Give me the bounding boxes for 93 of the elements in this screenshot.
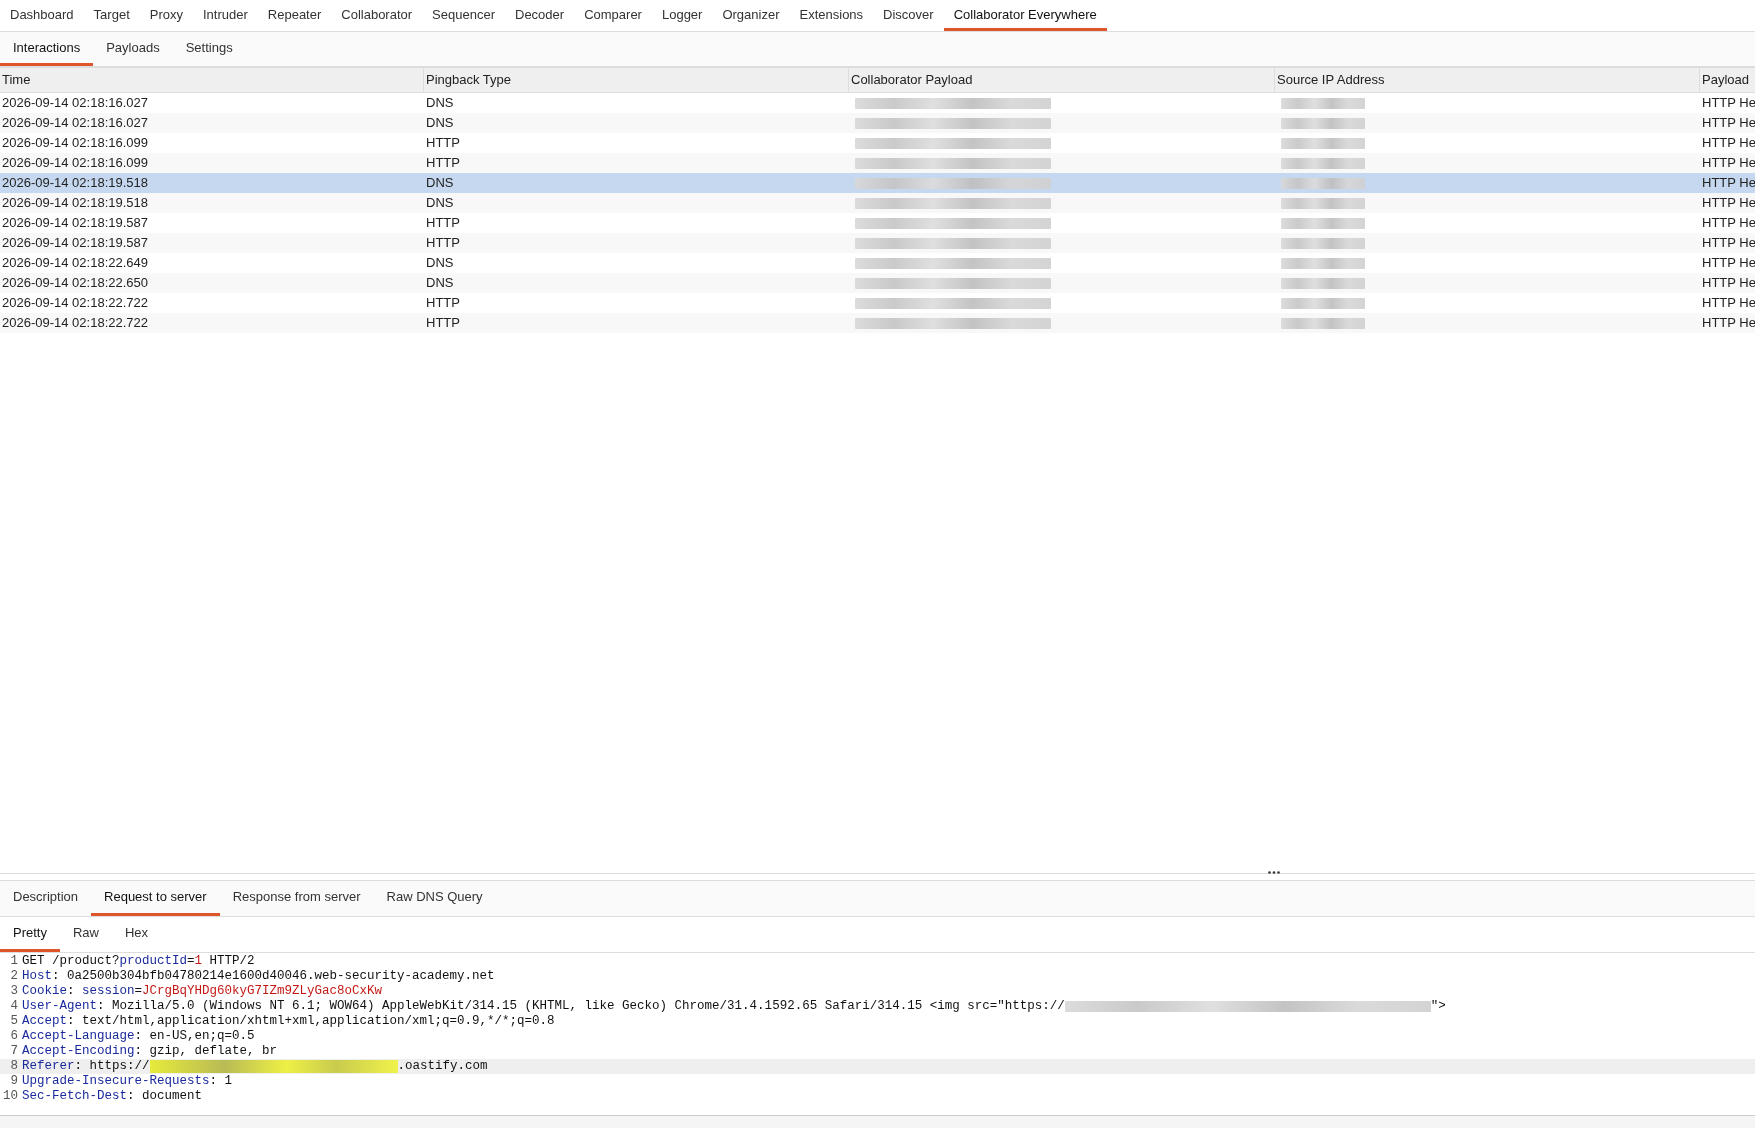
code-text: : Mozilla/5.0 (Windows NT 6.1; WOW64) AppleWebKit/314.15 (KHTML, like Gecko) Chrome/31.4.1592.65 Safari/314.15 <img src="https:// [97, 998, 1065, 1015]
table-row[interactable]: 2026-09-14 02:18:16.027 DNS HTTP He [0, 113, 1755, 133]
table-cell-text: 2026-09-14 02:18:19.587 [2, 214, 148, 233]
tab[interactable]: Settings [172, 32, 246, 66]
column-header[interactable]: Source IP Address [1275, 68, 1700, 92]
line-number: 2 [9, 968, 19, 985]
column-header[interactable]: Pingback Type [424, 68, 849, 92]
table-cell-text: DNS [426, 254, 454, 273]
tab[interactable]: Repeater [257, 0, 332, 31]
table-row[interactable]: 2026-09-14 02:18:22.650 DNS HTTP He [0, 273, 1755, 293]
code-line: Sec-Fetch-Dest: document [22, 1088, 203, 1106]
line-number: 5 [9, 1013, 19, 1030]
table-cell-text: HTTP He [1702, 154, 1755, 173]
line-number: 7 [9, 1043, 19, 1060]
tab[interactable]: Decoder [505, 0, 575, 31]
table-cell-text: HTTP [426, 214, 460, 233]
table-cell-text: HTTP He [1702, 274, 1755, 293]
table-cell-text: HTTP He [1702, 214, 1755, 233]
table-cell-text: DNS [426, 94, 454, 113]
table-cell-text: HTTP He [1702, 234, 1755, 253]
table-cell-text: HTTP He [1702, 134, 1755, 153]
tab[interactable]: Proxy [139, 0, 193, 31]
tab[interactable]: Raw DNS Query [373, 881, 496, 916]
table-cell-text: HTTP [426, 154, 460, 173]
table-cell-text: HTTP [426, 294, 460, 313]
resize-handle-icon[interactable] [1268, 871, 1280, 874]
line-number: 9 [9, 1073, 19, 1090]
line-number: 6 [9, 1028, 19, 1045]
table-cell-text: HTTP [426, 314, 460, 333]
table-row[interactable]: 2026-09-14 02:18:16.099 HTTP HTTP He [0, 153, 1755, 173]
table-cell-text: 2026-09-14 02:18:22.650 [2, 274, 148, 293]
table-cell-text: 2026-09-14 02:18:16.099 [2, 154, 148, 173]
line-number: 1 [9, 953, 19, 970]
tab[interactable]: Description [0, 881, 92, 916]
code-text: "> [1430, 998, 1446, 1016]
tab[interactable]: Discover [873, 0, 944, 31]
table-cell-text: 2026-09-14 02:18:22.649 [2, 254, 148, 273]
tab[interactable]: Sequencer [422, 0, 505, 31]
code-line: Cookie: session=JCrgBqYHDg60kyG7IZm9ZLyGac8oCxKw [22, 983, 383, 1000]
table-row[interactable]: 2026-09-14 02:18:19.518 DNS HTTP He [0, 173, 1755, 193]
table-cell-text: 2026-09-14 02:18:22.722 [2, 294, 148, 313]
code-line: Accept: text/html,application/xhtml+xml,application/xml;q=0.9,*/*;q=0.8 [22, 1013, 555, 1030]
code-text: : https:// [74, 1058, 150, 1075]
tab[interactable]: Response from server [219, 881, 374, 916]
table-cell-text: DNS [426, 194, 454, 213]
code-line: Accept-Language: en-US,en;q=0.5 [22, 1028, 255, 1045]
tab[interactable]: Collaborator [331, 0, 423, 31]
table-cell-text: 2026-09-14 02:18:16.027 [2, 94, 148, 113]
tab[interactable]: Extensions [789, 0, 874, 31]
table-cell-text: 2026-09-14 02:18:19.518 [2, 194, 148, 213]
line-number: 10 [2, 1088, 19, 1106]
table-cell-text: DNS [426, 114, 454, 133]
table-cell-text: HTTP He [1702, 194, 1755, 213]
table-row[interactable]: 2026-09-14 02:18:19.518 DNS HTTP He [0, 193, 1755, 213]
code-line: GET /product?productId=1 HTTP/2 [22, 953, 255, 970]
code-line: Host: 0a2500b304bfb04780214e1600d40046.web-security-academy.net [22, 968, 495, 985]
table-cell-text: HTTP [426, 234, 460, 253]
code-line: Upgrade-Insecure-Requests: 1 [22, 1073, 233, 1090]
tab[interactable]: Intruder [193, 0, 258, 31]
column-header[interactable]: Collaborator Payload [849, 68, 1275, 92]
table-cell-text: DNS [426, 274, 454, 293]
table-cell-text: HTTP He [1702, 254, 1755, 273]
table-cell-text: HTTP He [1702, 94, 1755, 113]
table-cell-text: DNS [426, 174, 454, 193]
table-cell-text: 2026-09-14 02:18:16.099 [2, 134, 148, 153]
tab[interactable]: Target [83, 0, 140, 31]
column-header[interactable]: Payload [1700, 68, 1755, 92]
tab[interactable]: Comparer [574, 0, 652, 31]
table-row[interactable]: 2026-09-14 02:18:19.587 HTTP HTTP He [0, 233, 1755, 253]
table-cell-text: HTTP He [1702, 174, 1755, 193]
code-text: Referer [22, 1058, 75, 1075]
table-cell-text: HTTP He [1702, 314, 1755, 333]
code-text: .oastify.com [397, 1058, 488, 1076]
line-number: 8 [9, 1058, 19, 1075]
table-cell-text: 2026-09-14 02:18:22.722 [2, 314, 148, 333]
tab[interactable]: Logger [651, 0, 713, 31]
tab[interactable]: Organizer [712, 0, 790, 31]
code-line: Accept-Encoding: gzip, deflate, br [22, 1043, 278, 1060]
table-cell-text: 2026-09-14 02:18:16.027 [2, 114, 148, 133]
table-row[interactable]: 2026-09-14 02:18:22.722 HTTP HTTP He [0, 313, 1755, 333]
tab[interactable]: Payloads [93, 32, 173, 66]
table-cell-text: HTTP He [1702, 294, 1755, 313]
line-number: 3 [9, 983, 19, 1000]
tab[interactable]: Raw [59, 917, 112, 952]
tab[interactable]: Dashboard [0, 0, 84, 31]
tab[interactable]: Hex [112, 917, 162, 952]
table-cell-text: 2026-09-14 02:18:19.518 [2, 174, 148, 193]
line-number: 4 [9, 998, 19, 1015]
table-cell-text: HTTP [426, 134, 460, 153]
code-text: User-Agent [22, 998, 97, 1015]
column-header[interactable]: Time [0, 68, 424, 92]
table-cell-text: 2026-09-14 02:18:19.587 [2, 234, 148, 253]
table-cell-text: HTTP He [1702, 114, 1755, 133]
